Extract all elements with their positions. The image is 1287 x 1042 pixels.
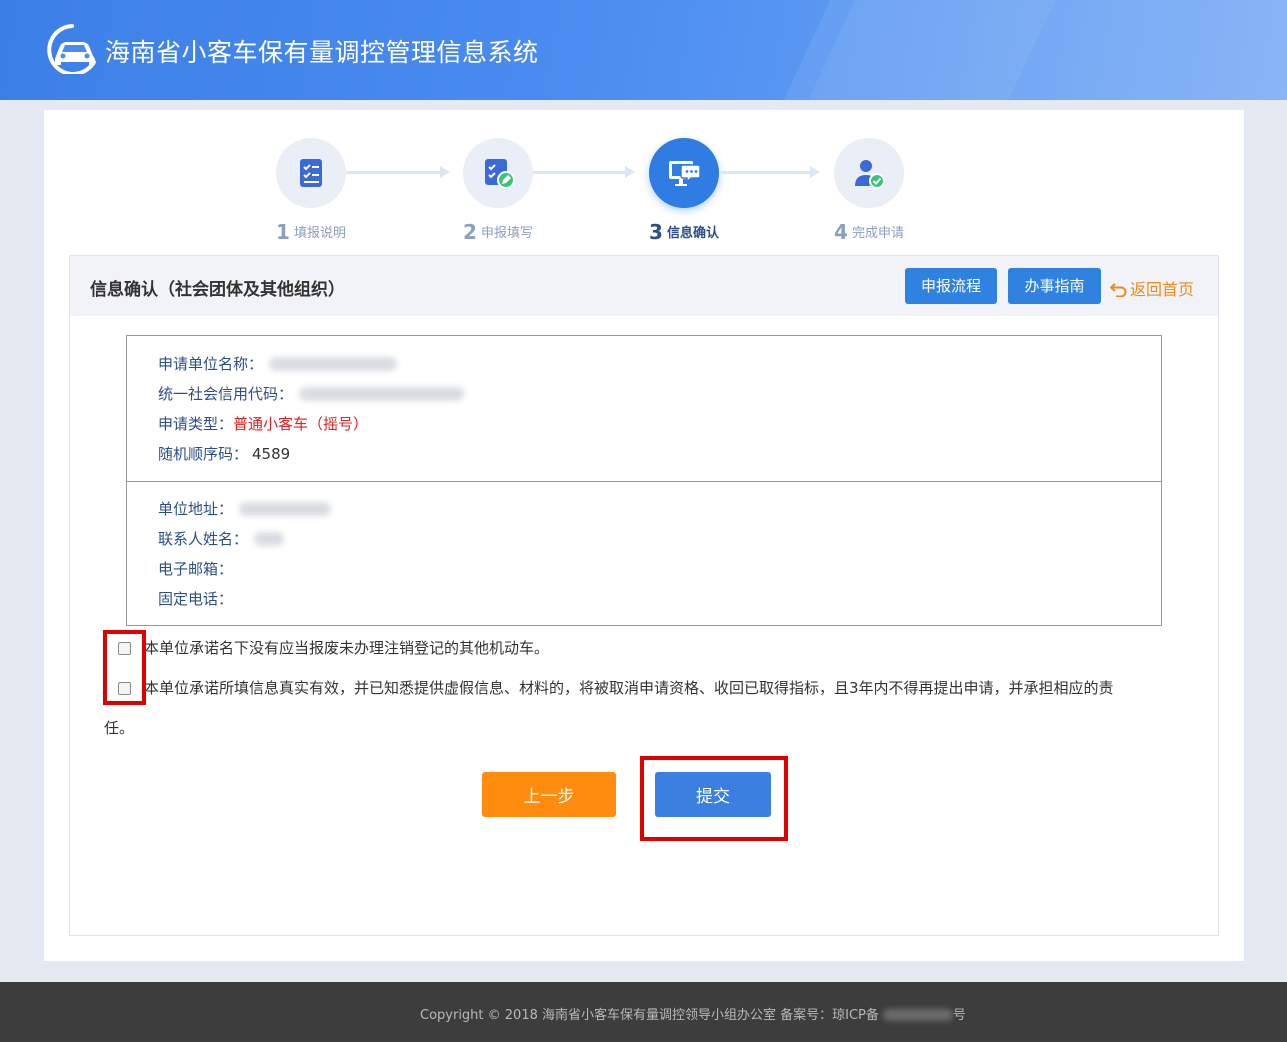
panel-header: 信息确认（社会团体及其他组织） 申报流程 办事指南 返回首页 xyxy=(70,256,1218,316)
redacted-value xyxy=(239,502,332,516)
footer-copyright: Copyright © 2018 海南省小客车保有量调控领导小组办公室 备案号：… xyxy=(420,1008,879,1023)
car-logo-icon xyxy=(47,24,96,74)
redacted-value xyxy=(882,1009,953,1021)
page-footer: Copyright © 2018 海南省小客车保有量调控领导小组办公室 备案号：… xyxy=(0,982,1287,1042)
guide-button[interactable]: 办事指南 xyxy=(1008,268,1101,304)
step-4: 4 完成申请 xyxy=(799,138,939,244)
org-name-label: 申请单位名称： xyxy=(158,355,264,373)
random-code-row: 随机顺序码： 4589 xyxy=(158,443,290,464)
checklist-icon xyxy=(300,159,322,187)
apply-type-label: 申请类型： xyxy=(158,415,234,433)
address-row: 单位地址： xyxy=(158,498,332,519)
step-2-label: 申报填写 xyxy=(480,226,533,241)
checkbox-highlight-box xyxy=(103,630,146,705)
return-arrow-icon xyxy=(1109,283,1127,298)
redacted-value xyxy=(254,532,285,546)
prev-step-button[interactable]: 上一步 xyxy=(482,772,616,817)
org-name-row: 申请单位名称： xyxy=(158,353,398,374)
credit-code-row: 统一社会信用代码： xyxy=(158,383,465,404)
step-1-label: 填报说明 xyxy=(293,226,346,241)
step-1: 1 填报说明 xyxy=(241,138,381,244)
site-title: 海南省小客车保有量调控管理信息系统 xyxy=(105,38,539,67)
monitor-chat-icon xyxy=(669,161,701,186)
commitment-1-text: 本单位承诺名下没有应当报废未办理注销登记的其他机动车。 xyxy=(144,639,550,657)
commitment-2-text-cont: 任。 xyxy=(104,719,135,737)
process-button[interactable]: 申报流程 xyxy=(905,268,997,304)
panel-title: 信息确认（社会团体及其他组织） xyxy=(90,280,345,300)
phone-label: 固定电话： xyxy=(158,590,234,608)
footer-suffix: 号 xyxy=(952,1008,966,1023)
back-home-link[interactable]: 返回首页 xyxy=(1109,276,1195,300)
random-code-label: 随机顺序码： xyxy=(158,445,249,463)
apply-type-row: 申请类型：普通小客车（摇号） xyxy=(158,413,368,434)
user-check-icon xyxy=(855,160,885,189)
email-row: 电子邮箱： xyxy=(158,558,233,579)
main-card: 1 填报说明 2 申报填写 3 信息确认 4 完成申请 信息确认（社会团体及其他… xyxy=(44,110,1244,961)
random-code-value: 4589 xyxy=(252,445,291,463)
edit-form-icon xyxy=(485,159,515,189)
contact-label: 联系人姓名： xyxy=(158,530,249,548)
step-3-label: 信息确认 xyxy=(666,226,719,241)
step-4-label: 完成申请 xyxy=(851,226,904,241)
email-label: 电子邮箱： xyxy=(158,560,234,578)
submit-highlight-box xyxy=(640,756,788,841)
phone-row: 固定电话： xyxy=(158,588,233,609)
top-header: 海南省小客车保有量调控管理信息系统 xyxy=(0,0,1287,100)
credit-code-label: 统一社会信用代码： xyxy=(158,385,294,403)
back-home-label: 返回首页 xyxy=(1130,280,1195,299)
address-label: 单位地址： xyxy=(158,500,234,518)
apply-type-value: 普通小客车（摇号） xyxy=(233,415,369,433)
info-summary-box: 申请单位名称： 统一社会信用代码： 申请类型：普通小客车（摇号） 随机顺序码： 4… xyxy=(126,335,1162,626)
redacted-value xyxy=(269,357,398,371)
footer-text: Copyright © 2018 海南省小客车保有量调控领导小组办公室 备案号：… xyxy=(420,1004,966,1023)
redacted-value xyxy=(299,387,465,401)
commitment-2-text: 本单位承诺所填信息真实有效，并已知悉提供虚假信息、材料的，将被取消申请资格、收回… xyxy=(144,679,1114,697)
step-3: 3 信息确认 xyxy=(614,138,754,244)
contact-row: 联系人姓名： xyxy=(158,528,285,549)
step-2: 2 申报填写 xyxy=(428,138,568,244)
